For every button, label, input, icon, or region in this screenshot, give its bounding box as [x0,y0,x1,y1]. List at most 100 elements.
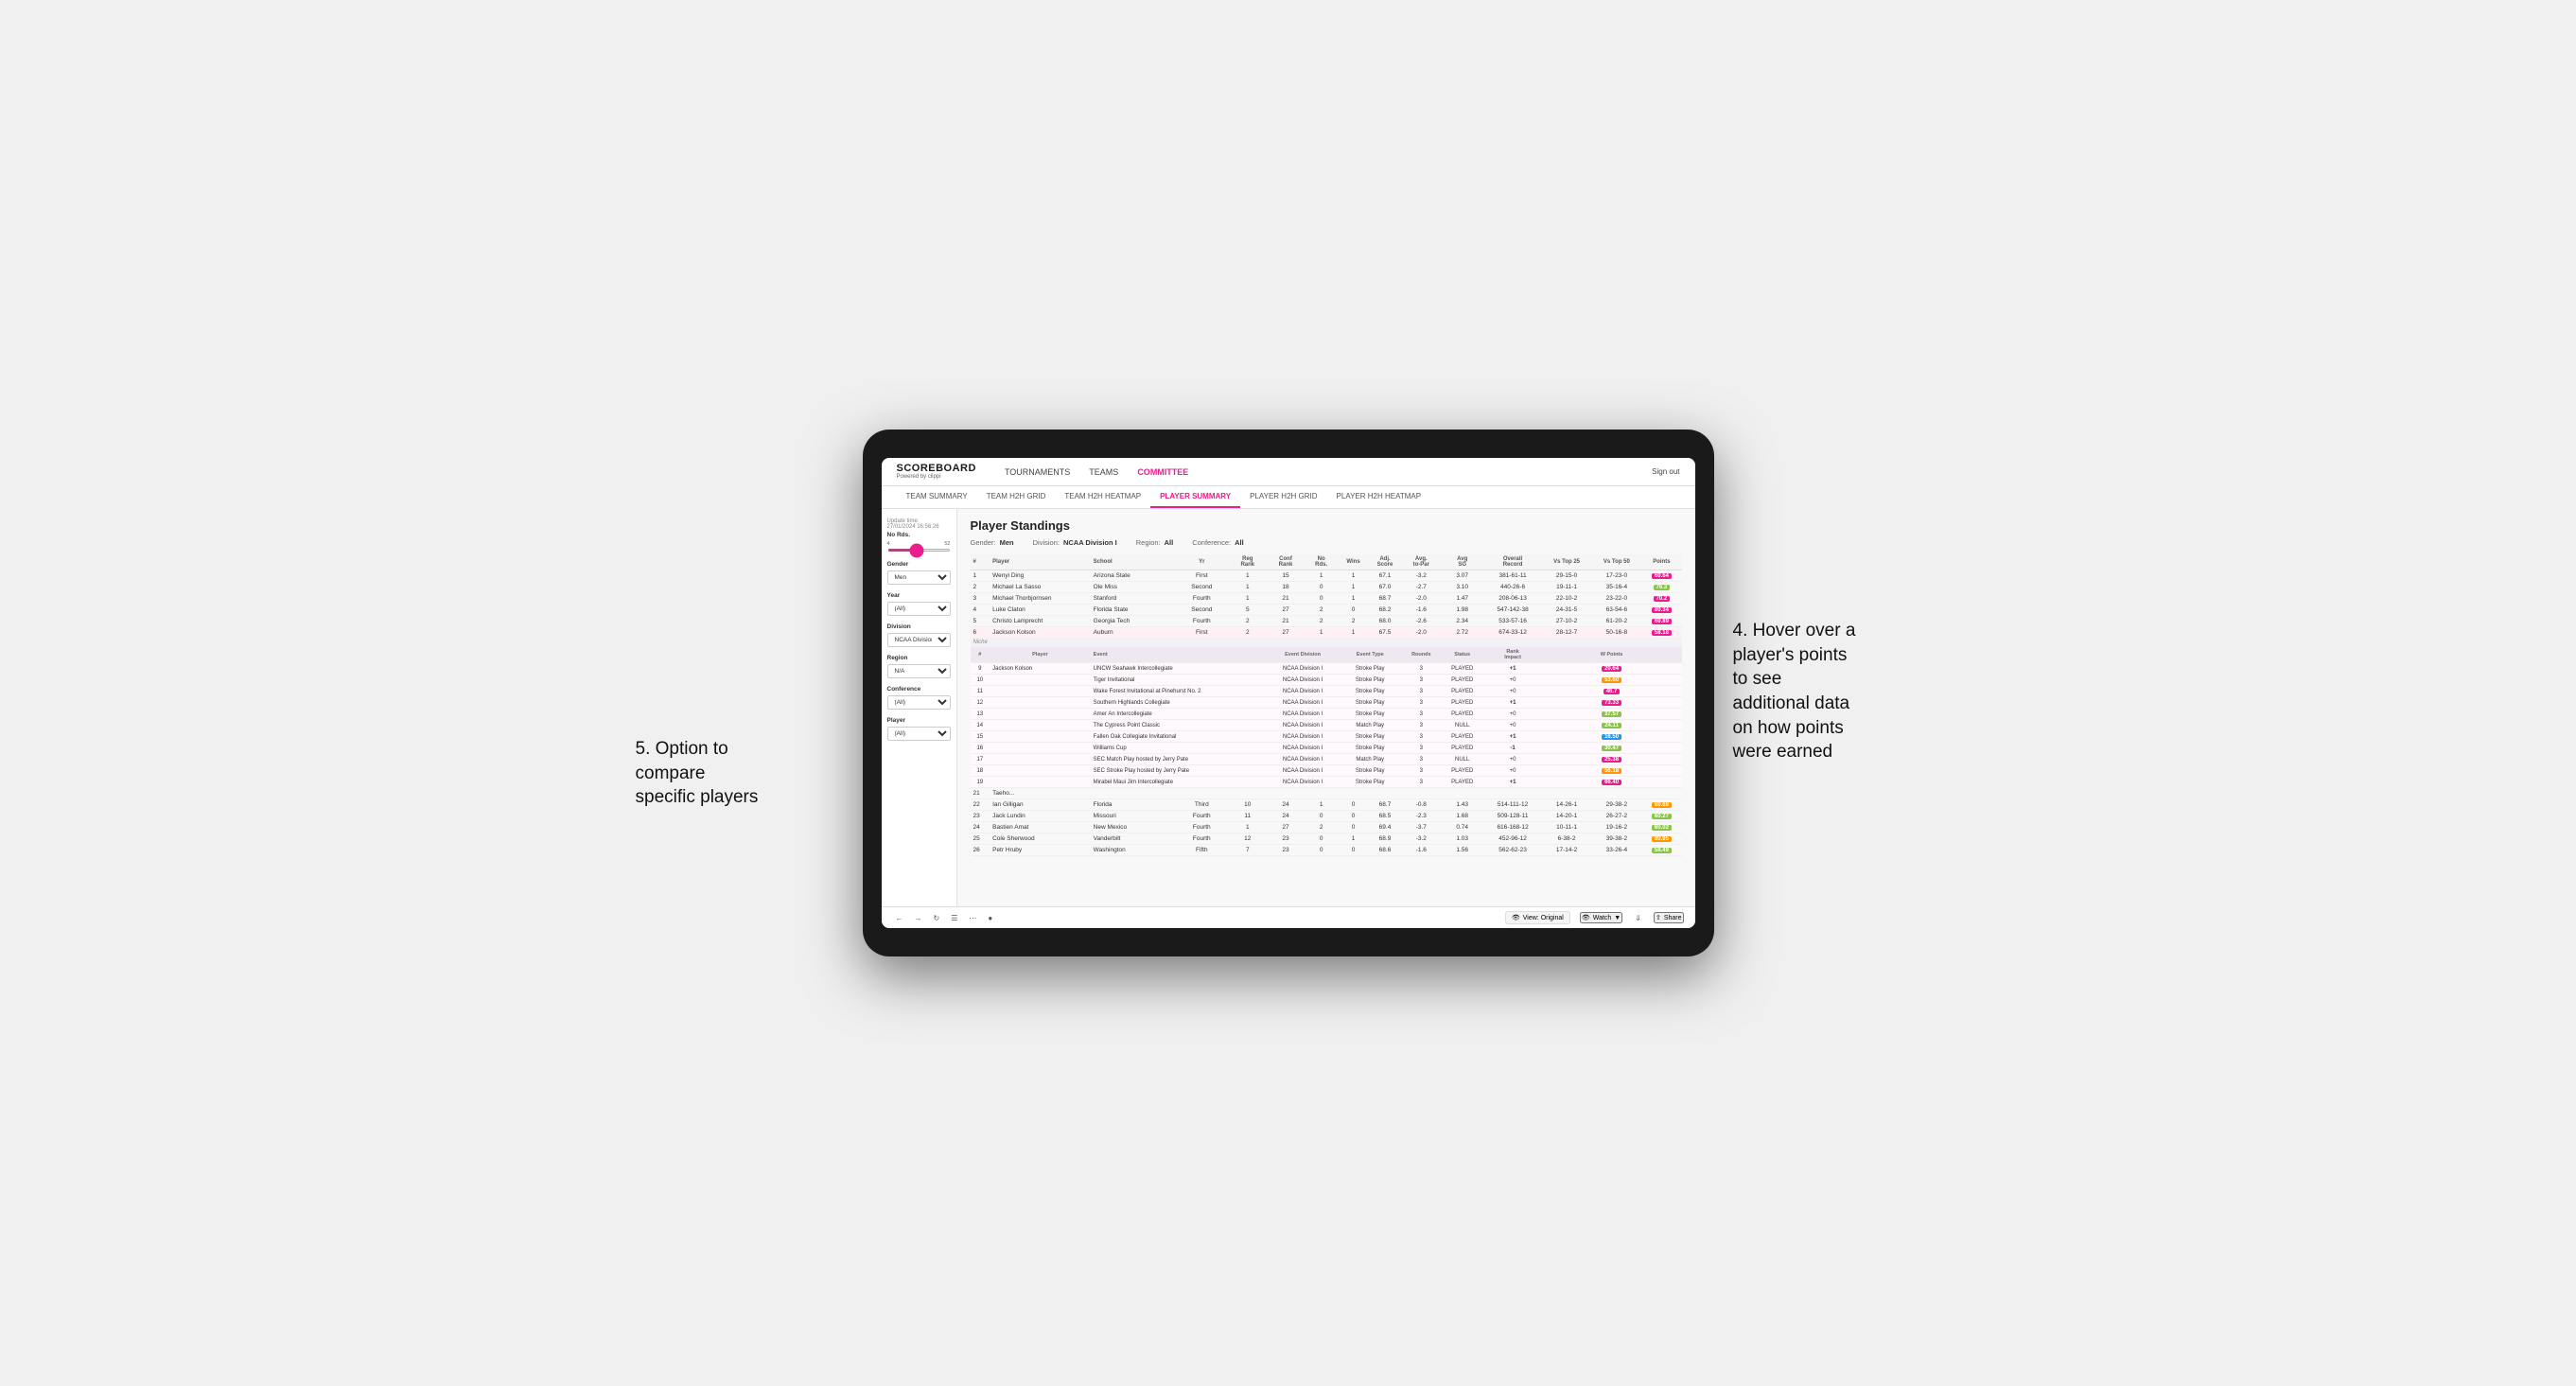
cell-num: 1 [971,570,990,582]
main-content: Update time: 27/01/2024 16:56:26 No Rds.… [882,509,1695,906]
conference-select[interactable]: (All) ACC SEC [887,695,951,710]
dropdown-icon: ▼ [1614,915,1621,921]
filter-conference-label: Conference: [1192,538,1231,547]
cell-wins: 1 [1339,570,1369,582]
panel-title: Player Standings [971,518,1682,533]
back-button[interactable]: ← [893,913,906,923]
col-wins: Wins [1339,554,1369,570]
refresh-button[interactable]: ↻ [931,913,943,923]
tab-team-h2h-heatmap[interactable]: TEAM H2H HEATMAP [1055,486,1150,508]
sidebar-section-division: Division NCAA Division I NCAA Division I… [887,623,951,647]
share-button[interactable]: ⇧ Share [1654,912,1684,923]
watch-button[interactable]: 👁 Watch ▼ [1580,912,1622,923]
conference-label: Conference [887,686,951,693]
sidebar-section-year: Year (All) 2024 2023 [887,592,951,616]
table-row: 23 Jack Lundin Missouri Fourth 11 24 0 0… [971,811,1682,822]
filter-region: Region: All [1136,538,1173,547]
right-annotation: 4. Hover over a player's points to see a… [1733,619,1960,764]
event-row: 17 SEC Match Play hosted by Jerry Pate N… [971,754,1682,765]
col-player: Player [990,554,1091,570]
cell-no-rds: 1 [1305,570,1339,582]
filter-division-label: Division: [1033,538,1060,547]
download-button[interactable]: ⇓ [1632,913,1644,923]
event-row: 13 Amer An Intercollegiate NCAA Division… [971,709,1682,720]
table-row: 6 Jackson Kolson Auburn First 2 27 1 1 6… [971,627,1682,639]
year-select[interactable]: (All) 2024 2023 [887,602,951,616]
table-row: 22 Ian Gilligan Florida Third 10 24 1 0 … [971,799,1682,811]
view-original-button[interactable]: 👁 View: Original [1505,911,1570,924]
table-row: 24 Bastien Amat New Mexico Fourth 1 27 2… [971,822,1682,833]
cell-yr: First [1175,570,1228,582]
tab-team-h2h-grid[interactable]: TEAM H2H GRID [977,486,1056,508]
region-select[interactable]: N/A All East [887,664,951,678]
sidebar-section-player: Player (All) [887,717,951,741]
col-school: School [1091,554,1176,570]
logo-area: SCOREBOARD Powered by clippi [897,464,976,480]
table-row: 4 Luke Claton Florida State Second 5 27 … [971,605,1682,616]
tab-player-h2h-heatmap[interactable]: PLAYER H2H HEATMAP [1327,486,1431,508]
outer-wrapper: 4. Hover over a player's points to see a… [863,430,1714,956]
table-row: 21 Taeho... [971,788,1682,799]
filter-region-label: Region: [1136,538,1161,547]
toolbar-right: 👁 View: Original 👁 Watch ▼ ⇓ ⇧ Share [1505,911,1684,924]
update-time-label: Update time: 27/01/2024 16:56:26 [887,518,951,530]
sub-nav: TEAM SUMMARY TEAM H2H GRID TEAM H2H HEAT… [882,486,1695,509]
nav-tournaments[interactable]: TOURNAMENTS [1005,465,1070,479]
col-overall: OverallRecord [1483,554,1541,570]
cell-avg-sg: 3.07 [1441,570,1484,582]
division-select[interactable]: NCAA Division I NCAA Division II [887,633,951,647]
table-row: 3 Michael Thorbjornsen Stanford Fourth 1… [971,593,1682,605]
region-label: Region [887,655,951,661]
division-label: Division [887,623,951,630]
event-row: 14 The Cypress Point Classic NCAA Divisi… [971,720,1682,731]
col-adj-score: Adj.Score [1368,554,1401,570]
nav-teams[interactable]: TEAMS [1089,465,1118,479]
filter-region-val: All [1165,538,1174,547]
filter-division-val: NCAA Division I [1063,538,1117,547]
copy-button[interactable]: ☰ [948,913,960,923]
cell-vs25: 29-15-0 [1542,570,1592,582]
nav-links: TOURNAMENTS TEAMS COMMITTEE [1005,465,1633,479]
col-conf-rank: ConfRank [1267,554,1304,570]
event-row: 11 Wake Forest Invitational at Pinehurst… [971,686,1682,697]
col-points: Points [1641,554,1681,570]
filter-conference-val: All [1235,538,1244,547]
tablet-frame: SCOREBOARD Powered by clippi TOURNAMENTS… [863,430,1714,956]
table-row: 1 Wenyi Ding Arizona State First 1 15 1 … [971,570,1682,582]
tab-player-summary[interactable]: PLAYER SUMMARY [1150,486,1240,508]
sign-out-button[interactable]: Sign out [1652,467,1679,476]
more-button[interactable]: ⋯ [966,913,979,923]
year-label: Year [887,592,951,599]
cell-points[interactable]: 60.64 [1641,570,1681,582]
table-row: 5 Christo Lamprecht Georgia Tech Fourth … [971,616,1682,627]
event-row: 12 Southern Highlands Collegiate NCAA Di… [971,697,1682,709]
filter-division: Division: NCAA Division I [1033,538,1117,547]
share-icon: ⇧ [1656,914,1661,921]
player-select[interactable]: (All) [887,727,951,741]
gender-select[interactable]: Men Women All [887,570,951,585]
watch-icon: 👁 [1582,914,1590,921]
col-vs50: Vs Top 50 [1591,554,1641,570]
cell-player: Wenyi Ding [990,570,1091,582]
cell-to-par: -3.2 [1402,570,1441,582]
player-label: Player [887,717,951,724]
logo-text: SCOREBOARD [897,464,976,474]
col-yr: Yr [1175,554,1228,570]
event-row: 18 SEC Stroke Play hosted by Jerry Pate … [971,765,1682,777]
event-table-header: # Player Event Event Division Event Type… [971,647,1682,663]
nav-committee[interactable]: COMMITTEE [1137,465,1188,479]
event-section-header: Niche [971,639,1682,647]
standings-table: # Player School Yr RegRank ConfRank NoRd… [971,554,1682,856]
eye-icon: 👁 [1512,914,1520,921]
col-num: # [971,554,990,570]
tab-player-h2h-grid[interactable]: PLAYER H2H GRID [1240,486,1326,508]
cell-reg-rank: 1 [1228,570,1267,582]
filter-gender: Gender: Men [971,538,1014,547]
clock-button[interactable]: ● [985,913,995,923]
toolbar-left: ← → ↻ ☰ ⋯ ● [893,913,996,923]
tab-team-summary[interactable]: TEAM SUMMARY [897,486,977,508]
filter-conference: Conference: All [1192,538,1243,547]
no-rds-slider[interactable] [887,549,951,552]
col-vs25: Vs Top 25 [1542,554,1592,570]
forward-button[interactable]: → [912,913,925,923]
